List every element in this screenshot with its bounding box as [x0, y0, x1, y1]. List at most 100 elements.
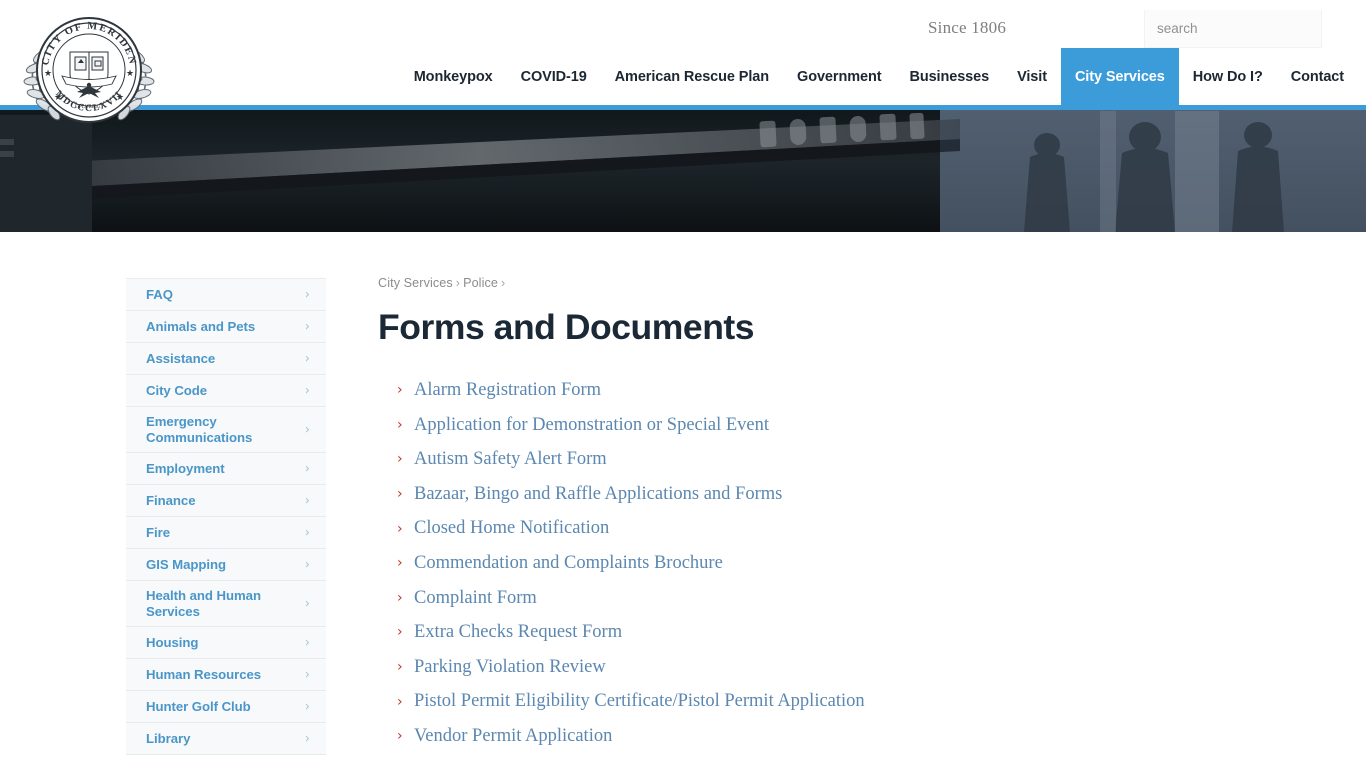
chevron-right-icon: ›: [397, 693, 403, 710]
documents-list: › Alarm Registration Form › Application for…: [378, 373, 1308, 754]
breadcrumb-separator-icon: ›: [455, 276, 461, 290]
nav-item-how-do-i[interactable]: How Do I?: [1179, 48, 1277, 105]
chevron-right-icon: ›: [397, 486, 403, 503]
chevron-right-icon: ›: [304, 596, 310, 611]
list-item: › Closed Home Notification: [378, 511, 1308, 546]
sidebar-item-label: Fire: [146, 524, 170, 540]
nav-item-government[interactable]: Government: [783, 48, 895, 105]
search-box[interactable]: [1144, 10, 1322, 48]
nav-item-visit[interactable]: Visit: [1003, 48, 1061, 105]
document-link[interactable]: Application for Demonstration or Special…: [414, 416, 769, 435]
site-header: CITY OF MERIDEN MDCCCLXVII ★ ★ ★ ★ E PLU…: [0, 0, 1366, 123]
hero-image: [0, 105, 1366, 232]
sidebar-item-housing[interactable]: Housing ›: [126, 627, 326, 659]
sidebar-item-label: FAQ: [146, 286, 173, 302]
svg-text:★: ★: [116, 93, 124, 103]
list-item: › Alarm Registration Form: [378, 373, 1308, 408]
list-item: › Extra Checks Request Form: [378, 615, 1308, 650]
nav-item-contact[interactable]: Contact: [1277, 48, 1366, 105]
list-item: › Vendor Permit Application: [378, 719, 1308, 754]
sidebar-item-label: GIS Mapping: [146, 556, 227, 572]
chevron-right-icon: ›: [304, 383, 310, 398]
chevron-right-icon: ›: [304, 351, 310, 366]
nav-item-american-rescue-plan[interactable]: American Rescue Plan: [601, 48, 783, 105]
sidebar-item-gis-mapping[interactable]: GIS Mapping ›: [126, 549, 326, 581]
nav-item-businesses[interactable]: Businesses: [895, 48, 1003, 105]
page-title: Forms and Documents: [378, 307, 755, 347]
document-link[interactable]: Commendation and Complaints Brochure: [414, 554, 723, 573]
chevron-right-icon: ›: [397, 451, 403, 468]
document-link[interactable]: Closed Home Notification: [414, 519, 609, 538]
sidebar-item-label: Animals and Pets: [146, 318, 256, 334]
nav-item-monkeypox[interactable]: Monkeypox: [400, 48, 507, 105]
list-item: › Autism Safety Alert Form: [378, 442, 1308, 477]
search-input[interactable]: [1145, 10, 1321, 47]
chevron-right-icon: ›: [397, 520, 403, 537]
chevron-right-icon: ›: [304, 319, 310, 334]
main-content: City Services › Police › Forms and Document…: [378, 232, 1308, 768]
chevron-right-icon: ›: [304, 731, 310, 746]
sidebar-item-label: Library: [146, 730, 191, 746]
sidebar-item-hunter-golf-club[interactable]: Hunter Golf Club ›: [126, 691, 326, 723]
svg-text:★: ★: [54, 93, 62, 103]
list-item: › Application for Demonstration or Specia…: [378, 408, 1308, 443]
sidebar-item-employment[interactable]: Employment ›: [126, 453, 326, 485]
sidebar-item-assistance[interactable]: Assistance ›: [126, 343, 326, 375]
chevron-right-icon: ›: [397, 659, 403, 676]
nav-item-city-services[interactable]: City Services: [1060, 48, 1179, 105]
sidebar-item-label: Health and Human Services: [146, 588, 261, 619]
list-item: › Parking Violation Review: [378, 650, 1308, 685]
document-link[interactable]: Complaint Form: [414, 589, 537, 608]
sidebar-item-faq[interactable]: FAQ ›: [126, 279, 326, 311]
chevron-right-icon: ›: [397, 416, 403, 433]
chevron-right-icon: ›: [304, 525, 310, 540]
document-link[interactable]: Parking Violation Review: [414, 658, 606, 677]
document-link[interactable]: Bazaar, Bingo and Raffle Applications an…: [414, 485, 782, 504]
site-tagline: Since 1806: [928, 18, 1007, 37]
chevron-right-icon: ›: [304, 461, 310, 476]
sidebar-item-label: Finance: [146, 492, 196, 508]
sidebar-item-label: Assistance: [146, 350, 216, 366]
sidebar-item-city-code[interactable]: City Code ›: [126, 375, 326, 407]
list-item: › Pistol Permit Eligibility Certificate/P…: [378, 684, 1308, 719]
chevron-right-icon: ›: [304, 557, 310, 572]
sidebar-item-finance[interactable]: Finance ›: [126, 485, 326, 517]
list-item: › Bazaar, Bingo and Raffle Applications a…: [378, 477, 1308, 512]
sidebar-item-animals-and-pets[interactable]: Animals and Pets ›: [126, 311, 326, 343]
chevron-right-icon: ›: [304, 699, 310, 714]
chevron-right-icon: ›: [397, 728, 403, 745]
sidebar-item-label: Hunter Golf Club: [146, 698, 251, 714]
document-link[interactable]: Extra Checks Request Form: [414, 623, 622, 642]
main-navigation: Monkeypox COVID-19 American Rescue Plan Gov…: [400, 48, 1366, 105]
sidebar-item-label: City Code: [146, 382, 208, 398]
page-body: FAQ › Animals and Pets › Assistance › City Cod…: [0, 232, 1366, 768]
city-seal-logo[interactable]: CITY OF MERIDEN MDCCCLXVII ★ ★ ★ ★ E PLU…: [18, 8, 160, 132]
chevron-right-icon: ›: [304, 422, 310, 437]
hero-accent-bar: [0, 105, 1366, 110]
sidebar-item-human-resources[interactable]: Human Resources ›: [126, 659, 326, 691]
breadcrumb: City Services › Police ›: [378, 276, 1308, 290]
breadcrumb-separator-icon: ›: [500, 276, 506, 290]
chevron-right-icon: ›: [304, 667, 310, 682]
breadcrumb-link[interactable]: City Services: [378, 276, 453, 290]
sidebar-item-health-and-human-services[interactable]: Health and Human Services ›: [126, 581, 326, 627]
document-link[interactable]: Pistol Permit Eligibility Certificate/Pi…: [414, 692, 865, 711]
chevron-right-icon: ›: [304, 493, 310, 508]
sidebar-item-emergency-communications[interactable]: Emergency Communications ›: [126, 407, 326, 453]
document-link[interactable]: Alarm Registration Form: [414, 381, 601, 400]
chevron-right-icon: ›: [397, 555, 403, 572]
breadcrumb-link[interactable]: Police: [463, 276, 498, 290]
sidebar-item-label: Human Resources: [146, 666, 262, 682]
document-link[interactable]: Autism Safety Alert Form: [414, 450, 607, 469]
chevron-right-icon: ›: [304, 287, 310, 302]
list-item: › Complaint Form: [378, 581, 1308, 616]
document-link[interactable]: Vendor Permit Application: [414, 727, 612, 746]
nav-item-covid-19[interactable]: COVID-19: [507, 48, 601, 105]
svg-text:E PLURIBUS: E PLURIBUS: [75, 105, 104, 110]
services-sidebar: FAQ › Animals and Pets › Assistance › City Cod…: [126, 278, 326, 755]
hero-banner: [0, 105, 1366, 232]
chevron-right-icon: ›: [397, 589, 403, 606]
svg-text:★: ★: [44, 69, 52, 79]
sidebar-item-library[interactable]: Library ›: [126, 723, 326, 755]
sidebar-item-fire[interactable]: Fire ›: [126, 517, 326, 549]
